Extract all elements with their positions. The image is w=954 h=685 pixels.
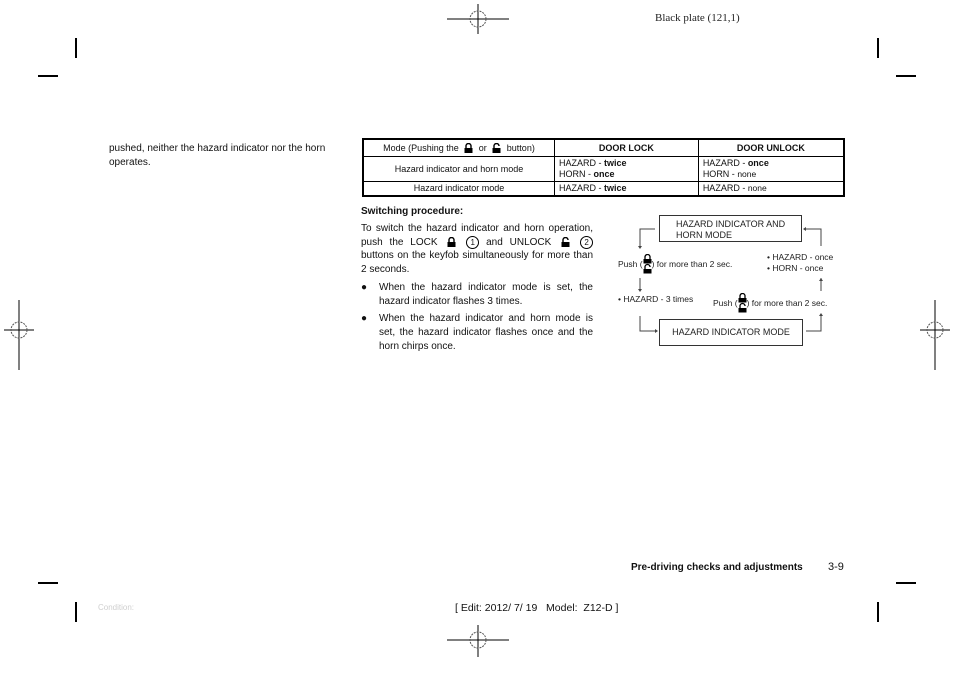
crop-mark bbox=[75, 602, 77, 622]
registration-mark-right bbox=[914, 300, 954, 370]
door-lock-cell: HAZARD - twice HORN - once bbox=[554, 156, 699, 182]
crop-mark bbox=[877, 602, 879, 622]
connector-line bbox=[639, 228, 655, 246]
registration-mark-top bbox=[447, 0, 509, 60]
arrow-up-icon bbox=[819, 278, 823, 281]
lock-unlock-icon bbox=[643, 253, 652, 274]
crop-mark bbox=[896, 582, 916, 584]
hazard-and-horn-mode-box: HAZARD INDICATOR AND HORN MODE bbox=[659, 215, 802, 242]
door-lock-column-header: DOOR LOCK bbox=[554, 138, 699, 157]
continued-paragraph: pushed, neither the hazard indicator nor… bbox=[109, 143, 326, 168]
section-title: Pre-driving checks and adjustments bbox=[631, 562, 803, 573]
arrow-down-icon bbox=[638, 246, 642, 249]
push-instruction-right: Push () for more than 2 sec. bbox=[713, 292, 827, 313]
result-horn-once: • HORN - once bbox=[767, 263, 824, 273]
crop-mark bbox=[896, 75, 916, 77]
list-item: ● When the hazard indicator and horn mode… bbox=[361, 313, 593, 352]
result-hazard-once: • HAZARD - once bbox=[767, 252, 834, 262]
table-header-row: Mode (Pushing the or button) DOOR LOCK D… bbox=[362, 138, 845, 157]
lock-icon bbox=[447, 236, 456, 247]
page-number: 3-9 bbox=[828, 561, 844, 573]
list-item: ● When the hazard indicator mode is set, … bbox=[361, 282, 593, 307]
arrow-left-icon bbox=[803, 227, 806, 231]
connector-line bbox=[806, 316, 822, 332]
arrow-right-icon bbox=[655, 329, 658, 333]
arrow-down-icon bbox=[638, 289, 642, 292]
crop-mark bbox=[877, 38, 879, 58]
lock-unlock-icon bbox=[738, 292, 747, 313]
table-row: Hazard indicator mode HAZARD - twice HAZ… bbox=[362, 181, 845, 197]
crop-mark bbox=[38, 582, 58, 584]
connector-line bbox=[806, 228, 822, 246]
result-hazard-3-times: • HAZARD - 3 times bbox=[618, 294, 694, 304]
circled-number-2: 2 bbox=[580, 235, 594, 249]
table-row: Hazard indicator and horn mode HAZARD - … bbox=[362, 156, 845, 182]
unlock-icon bbox=[492, 142, 501, 153]
switching-procedure-heading: Switching procedure: bbox=[361, 206, 464, 217]
bullet-icon: ● bbox=[361, 313, 368, 324]
switching-procedure-text: To switch the hazard indicator and horn … bbox=[361, 223, 594, 275]
connector-line bbox=[639, 316, 655, 332]
door-lock-cell: HAZARD - twice bbox=[554, 181, 699, 197]
door-unlock-cell: HAZARD - once HORN - none bbox=[697, 156, 845, 182]
bullet-list: ● When the hazard indicator mode is set, … bbox=[361, 281, 593, 357]
mode-cell: Hazard indicator mode bbox=[362, 181, 555, 197]
edit-info: [ Edit: 2012/ 7/ 19 Model: Z12-D ] bbox=[455, 602, 619, 614]
crop-mark bbox=[38, 75, 58, 77]
door-unlock-column-header: DOOR UNLOCK bbox=[697, 138, 845, 157]
mode-cell: Hazard indicator and horn mode bbox=[362, 156, 555, 182]
condition-label: Condition: bbox=[98, 603, 135, 612]
circled-number-1: 1 bbox=[466, 235, 480, 249]
mode-table: Mode (Pushing the or button) DOOR LOCK D… bbox=[362, 138, 845, 197]
registration-mark-bottom bbox=[447, 625, 509, 685]
bullet-icon: ● bbox=[361, 282, 368, 293]
push-instruction-left: Push () for more than 2 sec. bbox=[618, 253, 732, 274]
plate-label: Black plate (121,1) bbox=[655, 12, 740, 24]
crop-mark bbox=[75, 38, 77, 58]
mode-column-header: Mode (Pushing the or button) bbox=[362, 138, 555, 157]
arrow-up-icon bbox=[819, 313, 823, 316]
door-unlock-cell: HAZARD - none bbox=[697, 181, 845, 197]
unlock-icon bbox=[561, 236, 570, 247]
lock-icon bbox=[464, 142, 473, 153]
registration-mark-left bbox=[0, 300, 60, 370]
hazard-indicator-mode-box: HAZARD INDICATOR MODE bbox=[659, 319, 803, 346]
